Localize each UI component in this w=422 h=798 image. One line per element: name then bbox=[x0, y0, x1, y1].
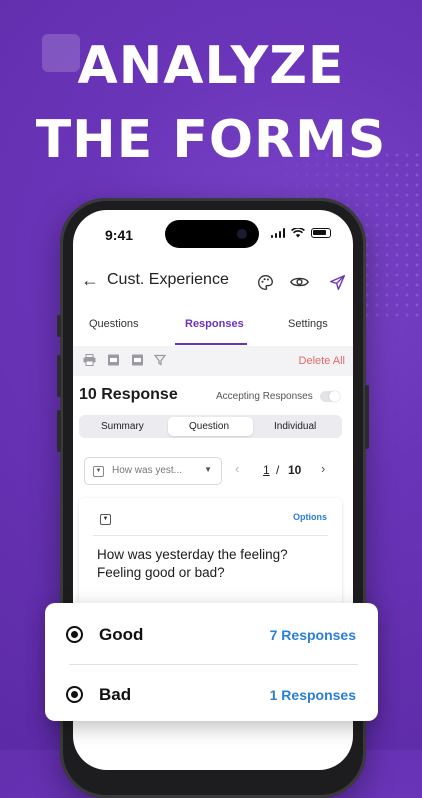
app-bar: ← Cust. Experience bbox=[73, 262, 353, 302]
phone-power-button bbox=[365, 385, 369, 449]
delete-all-button[interactable]: Delete All bbox=[299, 355, 345, 367]
arrow-left-icon[interactable]: ← bbox=[81, 270, 99, 291]
eye-icon[interactable] bbox=[289, 272, 309, 292]
form-title: Cust. Experience bbox=[107, 271, 229, 288]
chevron-down-icon: ▼ bbox=[204, 465, 212, 474]
question-select[interactable]: ▼ How was yest... ▼ bbox=[84, 457, 222, 485]
phone-mute-switch bbox=[57, 315, 61, 337]
wifi-icon bbox=[291, 228, 305, 238]
accepting-responses-label: Accepting Responses bbox=[216, 391, 313, 402]
pdf-export-icon[interactable] bbox=[131, 354, 144, 366]
phone-volume-up bbox=[57, 355, 61, 397]
options-button[interactable]: Options bbox=[293, 512, 327, 522]
responses-toolbar: Delete All bbox=[73, 346, 353, 376]
csv-export-icon[interactable] bbox=[107, 354, 120, 366]
tab-bar: Questions Responses Settings bbox=[73, 306, 353, 347]
accepting-responses-toggle[interactable] bbox=[320, 391, 340, 402]
tab-responses[interactable]: Responses bbox=[185, 318, 244, 330]
send-icon[interactable] bbox=[327, 272, 347, 292]
answer-divider bbox=[69, 664, 358, 665]
headline-line-1: ANALYZE bbox=[77, 36, 345, 96]
dynamic-island bbox=[165, 220, 259, 248]
answer-row-good: Good 7 Responses bbox=[45, 606, 378, 664]
radio-selected-icon bbox=[66, 626, 83, 643]
answer-response-count[interactable]: 1 Responses bbox=[270, 687, 356, 703]
headline-line-2: THE FORMS bbox=[35, 110, 387, 170]
segment-question[interactable]: Question bbox=[189, 421, 229, 432]
dropdown-question-icon: ▼ bbox=[93, 466, 104, 477]
previous-question-button[interactable]: ‹ bbox=[235, 461, 239, 476]
question-select-value: How was yest... bbox=[112, 465, 183, 476]
card-divider bbox=[93, 535, 328, 536]
question-card: ▼ Options How was yesterday the feeling?… bbox=[79, 498, 342, 618]
response-view-switcher: Summary Question Individual bbox=[79, 415, 342, 438]
answer-label: Bad bbox=[99, 685, 132, 704]
cellular-signal-icon bbox=[270, 228, 285, 238]
front-camera bbox=[237, 229, 247, 239]
status-icons bbox=[270, 228, 331, 238]
phone-volume-down bbox=[57, 410, 61, 452]
answer-row-bad: Bad 1 Responses bbox=[45, 666, 378, 724]
dropdown-question-icon: ▼ bbox=[100, 514, 111, 525]
filter-icon[interactable] bbox=[153, 354, 166, 366]
tab-settings[interactable]: Settings bbox=[288, 318, 328, 330]
answer-summary-card: Good 7 Responses Bad 1 Responses bbox=[45, 603, 378, 721]
battery-icon bbox=[311, 228, 331, 238]
pager-separator: / bbox=[276, 463, 280, 477]
active-tab-indicator bbox=[175, 343, 247, 345]
pager-current[interactable]: 1 bbox=[263, 463, 270, 477]
answer-response-count[interactable]: 7 Responses bbox=[270, 627, 356, 643]
question-text: How was yesterday the feeling? Feeling g… bbox=[97, 547, 288, 580]
print-icon[interactable] bbox=[83, 354, 96, 366]
answer-label: Good bbox=[99, 625, 144, 644]
response-count: 10 Response bbox=[79, 386, 178, 403]
status-bar: 9:41 bbox=[73, 210, 353, 256]
tab-questions[interactable]: Questions bbox=[89, 318, 139, 330]
pager-total: 10 bbox=[288, 463, 302, 477]
segment-individual[interactable]: Individual bbox=[274, 421, 316, 432]
palette-icon[interactable] bbox=[255, 272, 275, 292]
next-question-button[interactable]: › bbox=[321, 461, 325, 476]
radio-selected-icon bbox=[66, 686, 83, 703]
status-time: 9:41 bbox=[105, 227, 134, 243]
segment-summary[interactable]: Summary bbox=[101, 421, 144, 432]
